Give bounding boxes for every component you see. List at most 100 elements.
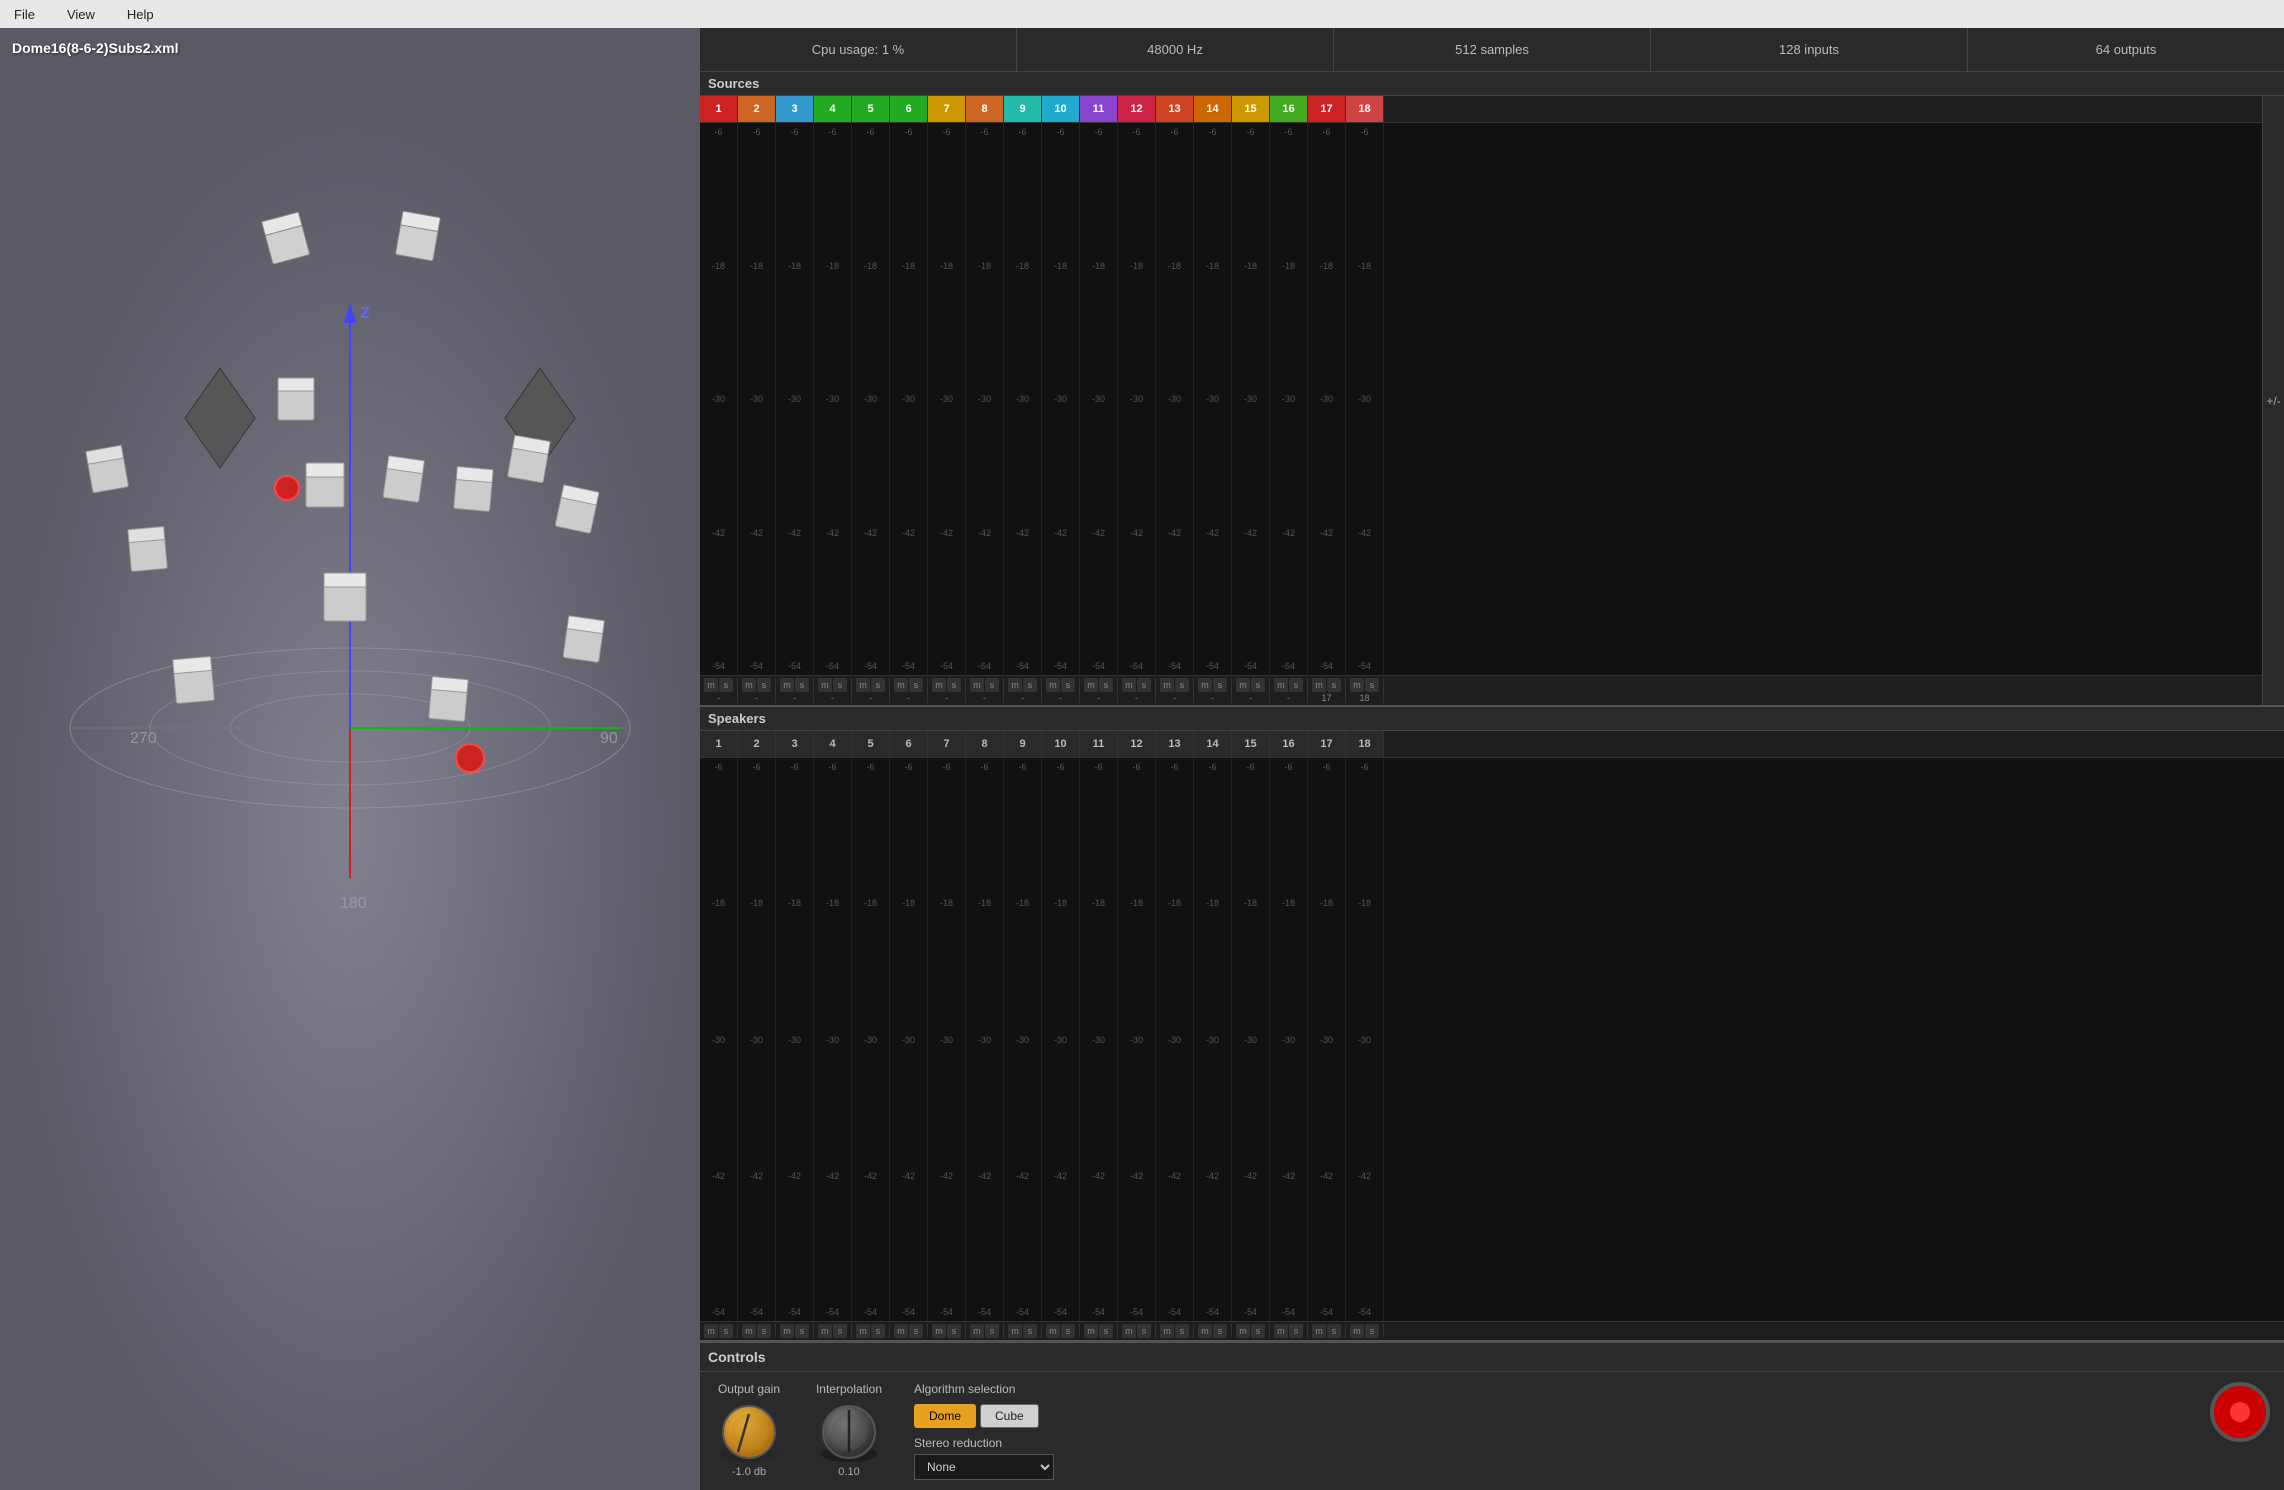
source-solo-9[interactable]: s [1023, 678, 1037, 692]
speaker-mute-7[interactable]: m [932, 1324, 946, 1338]
source-mute-5[interactable]: m [856, 678, 870, 692]
source-mute-4[interactable]: m [818, 678, 832, 692]
speaker-ch-12[interactable]: 12 [1118, 731, 1156, 757]
speaker-ch-2[interactable]: 2 [738, 731, 776, 757]
source-ch-15[interactable]: 15 [1232, 96, 1270, 122]
source-solo-12[interactable]: s [1137, 678, 1151, 692]
speaker-mute-8[interactable]: m [970, 1324, 984, 1338]
speaker-solo-13[interactable]: s [1175, 1324, 1189, 1338]
source-ch-3[interactable]: 3 [776, 96, 814, 122]
menu-view[interactable]: View [61, 5, 101, 24]
speaker-mute-13[interactable]: m [1160, 1324, 1174, 1338]
source-solo-13[interactable]: s [1175, 678, 1189, 692]
source-mute-7[interactable]: m [932, 678, 946, 692]
speaker-ch-5[interactable]: 5 [852, 731, 890, 757]
record-button[interactable] [2210, 1382, 2270, 1442]
source-ch-9[interactable]: 9 [1004, 96, 1042, 122]
speaker-mute-1[interactable]: m [704, 1324, 718, 1338]
dome-button[interactable]: Dome [914, 1404, 976, 1428]
speaker-ch-14[interactable]: 14 [1194, 731, 1232, 757]
plusminus-button[interactable]: +/- [2262, 96, 2284, 705]
speaker-mute-12[interactable]: m [1122, 1324, 1136, 1338]
speaker-ch-18[interactable]: 18 [1346, 731, 1384, 757]
source-mute-6[interactable]: m [894, 678, 908, 692]
source-mute-15[interactable]: m [1236, 678, 1250, 692]
speaker-solo-4[interactable]: s [833, 1324, 847, 1338]
speaker-mute-16[interactable]: m [1274, 1324, 1288, 1338]
source-ch-13[interactable]: 13 [1156, 96, 1194, 122]
speaker-ch-8[interactable]: 8 [966, 731, 1004, 757]
source-mute-8[interactable]: m [970, 678, 984, 692]
source-solo-14[interactable]: s [1213, 678, 1227, 692]
source-ch-8[interactable]: 8 [966, 96, 1004, 122]
source-mute-2[interactable]: m [742, 678, 756, 692]
source-mute-12[interactable]: m [1122, 678, 1136, 692]
speaker-mute-14[interactable]: m [1198, 1324, 1212, 1338]
speaker-solo-1[interactable]: s [719, 1324, 733, 1338]
source-ch-17[interactable]: 17 [1308, 96, 1346, 122]
speaker-solo-12[interactable]: s [1137, 1324, 1151, 1338]
source-mute-13[interactable]: m [1160, 678, 1174, 692]
speaker-solo-9[interactable]: s [1023, 1324, 1037, 1338]
speaker-mute-4[interactable]: m [818, 1324, 832, 1338]
speaker-solo-11[interactable]: s [1099, 1324, 1113, 1338]
stereo-select[interactable]: None Low Medium High [914, 1454, 1054, 1480]
cube-button[interactable]: Cube [980, 1404, 1039, 1428]
source-solo-10[interactable]: s [1061, 678, 1075, 692]
speaker-ch-6[interactable]: 6 [890, 731, 928, 757]
source-solo-17[interactable]: s [1327, 678, 1341, 692]
speaker-solo-3[interactable]: s [795, 1324, 809, 1338]
source-solo-7[interactable]: s [947, 678, 961, 692]
source-solo-3[interactable]: s [795, 678, 809, 692]
source-solo-4[interactable]: s [833, 678, 847, 692]
source-ch-18[interactable]: 18 [1346, 96, 1384, 122]
speaker-solo-5[interactable]: s [871, 1324, 885, 1338]
source-solo-2[interactable]: s [757, 678, 771, 692]
speaker-ch-15[interactable]: 15 [1232, 731, 1270, 757]
speaker-ch-9[interactable]: 9 [1004, 731, 1042, 757]
speaker-ch-17[interactable]: 17 [1308, 731, 1346, 757]
source-solo-5[interactable]: s [871, 678, 885, 692]
source-mute-11[interactable]: m [1084, 678, 1098, 692]
speaker-solo-2[interactable]: s [757, 1324, 771, 1338]
source-ch-1[interactable]: 1 [700, 96, 738, 122]
speaker-mute-6[interactable]: m [894, 1324, 908, 1338]
speaker-mute-17[interactable]: m [1312, 1324, 1326, 1338]
speaker-solo-10[interactable]: s [1061, 1324, 1075, 1338]
interpolation-knob[interactable] [814, 1402, 884, 1462]
source-solo-1[interactable]: s [719, 678, 733, 692]
speaker-mute-3[interactable]: m [780, 1324, 794, 1338]
source-ch-11[interactable]: 11 [1080, 96, 1118, 122]
source-solo-15[interactable]: s [1251, 678, 1265, 692]
source-ch-4[interactable]: 4 [814, 96, 852, 122]
source-mute-18[interactable]: m [1350, 678, 1364, 692]
speaker-solo-6[interactable]: s [909, 1324, 923, 1338]
source-ch-10[interactable]: 10 [1042, 96, 1080, 122]
speaker-solo-18[interactable]: s [1365, 1324, 1379, 1338]
speaker-mute-11[interactable]: m [1084, 1324, 1098, 1338]
source-mute-10[interactable]: m [1046, 678, 1060, 692]
menu-help[interactable]: Help [121, 5, 160, 24]
speaker-solo-17[interactable]: s [1327, 1324, 1341, 1338]
menu-file[interactable]: File [8, 5, 41, 24]
source-mute-9[interactable]: m [1008, 678, 1022, 692]
source-mute-1[interactable]: m [704, 678, 718, 692]
speaker-mute-9[interactable]: m [1008, 1324, 1022, 1338]
source-ch-5[interactable]: 5 [852, 96, 890, 122]
speaker-solo-8[interactable]: s [985, 1324, 999, 1338]
speaker-ch-1[interactable]: 1 [700, 731, 738, 757]
output-gain-knob[interactable] [714, 1402, 784, 1462]
speaker-mute-5[interactable]: m [856, 1324, 870, 1338]
source-solo-16[interactable]: s [1289, 678, 1303, 692]
speaker-solo-7[interactable]: s [947, 1324, 961, 1338]
speaker-mute-18[interactable]: m [1350, 1324, 1364, 1338]
source-ch-2[interactable]: 2 [738, 96, 776, 122]
speaker-ch-13[interactable]: 13 [1156, 731, 1194, 757]
source-ch-6[interactable]: 6 [890, 96, 928, 122]
speaker-ch-3[interactable]: 3 [776, 731, 814, 757]
speaker-solo-15[interactable]: s [1251, 1324, 1265, 1338]
source-solo-8[interactable]: s [985, 678, 999, 692]
source-mute-14[interactable]: m [1198, 678, 1212, 692]
source-solo-11[interactable]: s [1099, 678, 1113, 692]
speaker-ch-16[interactable]: 16 [1270, 731, 1308, 757]
